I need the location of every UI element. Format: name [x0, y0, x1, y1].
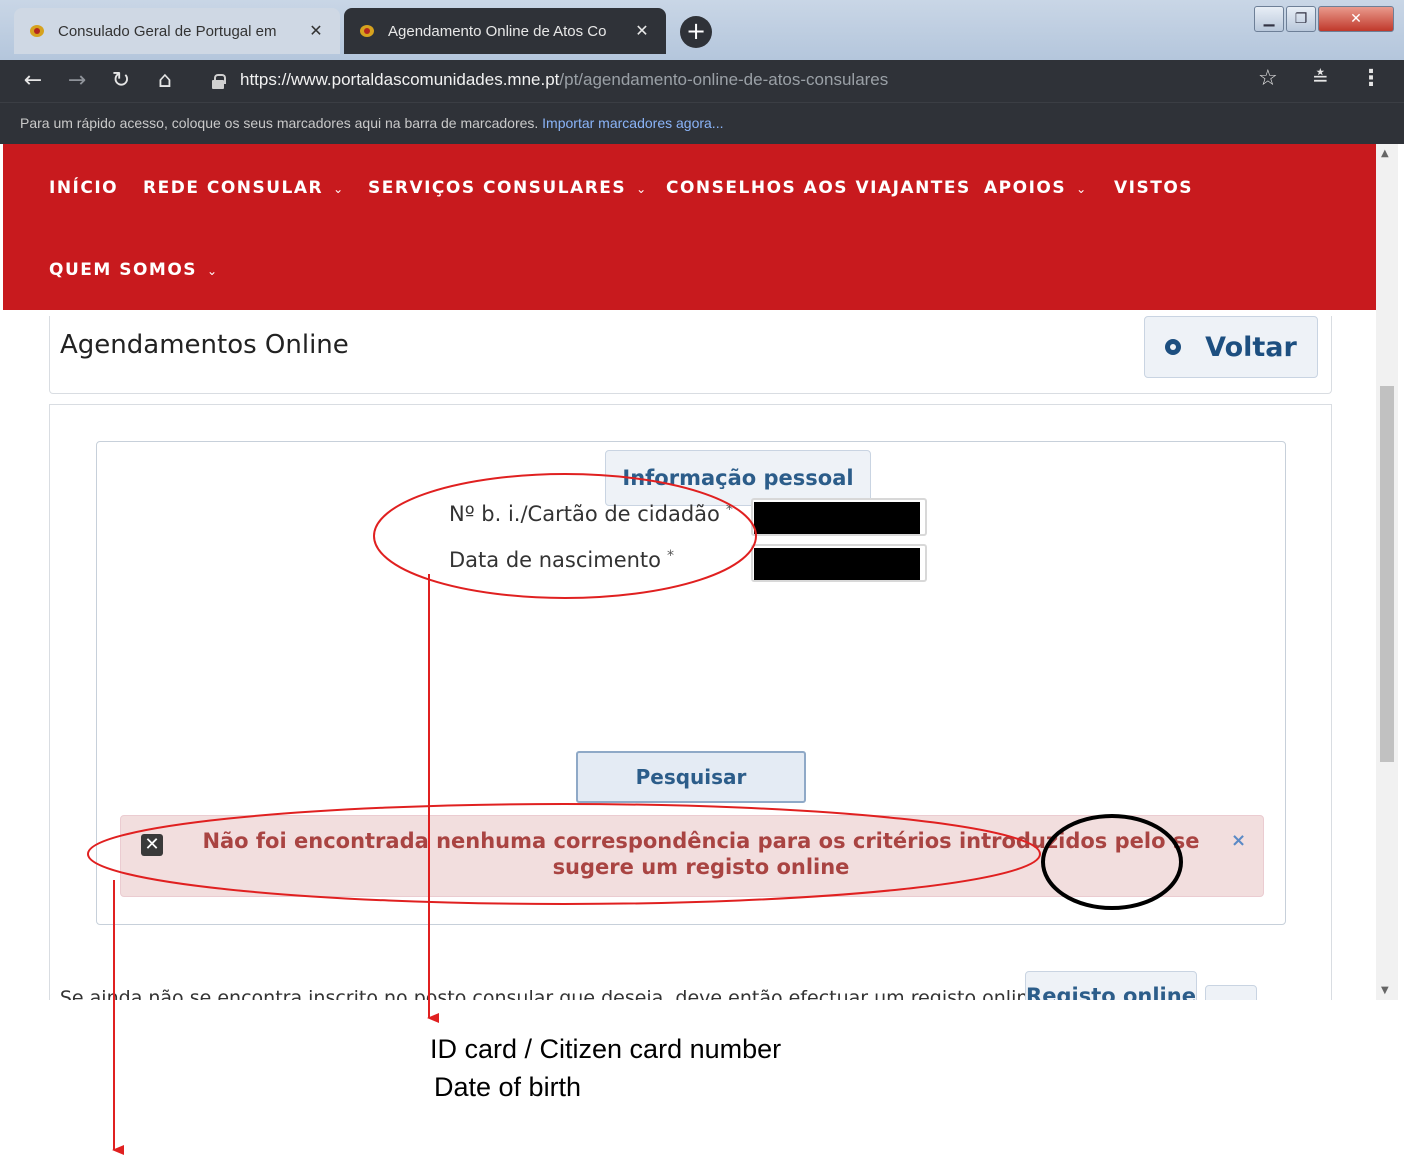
registration-hint: Se ainda não se encontra inscrito no pos… [59, 987, 1041, 1000]
window-close-button[interactable]: ✕ [1318, 6, 1394, 32]
nav-label: INÍCIO [49, 178, 119, 198]
portugal-crest-icon [28, 24, 46, 38]
address-bar[interactable]: https://www.portaldascomunidades.mne.pt/… [240, 70, 888, 90]
scroll-down-arrow-icon[interactable]: ▼ [1381, 985, 1389, 996]
required-mark: * [725, 502, 733, 518]
nav-rede-consular[interactable]: REDE CONSULAR ⌄ [143, 178, 343, 198]
maximize-button[interactable]: ❐ [1286, 6, 1316, 32]
voltar-button[interactable]: Voltar [1144, 316, 1318, 378]
chevron-down-icon: ⌄ [1076, 182, 1087, 196]
bookmark-star-icon[interactable]: ☆ [1258, 66, 1278, 91]
nav-inicio[interactable]: INÍCIO [49, 178, 118, 198]
url-path: /pt/agendamento-online-de-atos-consulare… [559, 70, 889, 89]
nav-quem-somos[interactable]: QUEM SOMOS ⌄ [49, 260, 217, 280]
required-mark: * [667, 548, 675, 564]
extension-icon[interactable]: ≛ [1312, 66, 1329, 90]
reload-icon[interactable]: ↻ [106, 66, 136, 96]
page-scrollbar[interactable]: ▲ ▼ [1376, 144, 1398, 1000]
tab-consulado[interactable]: Consulado Geral de Portugal em ✕ [14, 8, 340, 54]
scroll-thumb[interactable] [1380, 386, 1394, 762]
registo-online-button[interactable]: Registo online [1025, 971, 1197, 1000]
back-arrow-icon[interactable]: ← [18, 66, 48, 96]
tab-close-icon[interactable]: ✕ [632, 21, 652, 41]
id-number-label: Nº b. i./Cartão de cidadão * [449, 502, 733, 526]
nav-label: CONSELHOS AOS VIAJANTES [666, 178, 971, 198]
chevron-down-icon: ⌄ [207, 264, 218, 278]
annotation-caption-dob: Date of birth [434, 1072, 582, 1102]
page-title: Agendamentos Online [60, 330, 349, 360]
error-x-icon: ✕ [141, 834, 163, 856]
nav-label: VISTOS [1114, 178, 1194, 198]
alert-close-icon[interactable]: × [1231, 830, 1246, 851]
info-button[interactable]: i [1205, 985, 1257, 1000]
lock-icon[interactable] [212, 74, 226, 89]
no-match-alert: ✕ Não foi encontrada nenhuma correspondê… [120, 815, 1264, 897]
birth-date-input[interactable] [751, 544, 927, 582]
tab-agendamento[interactable]: Agendamento Online de Atos Co ✕ [344, 8, 666, 54]
pesquisar-button[interactable]: Pesquisar [576, 751, 806, 803]
id-number-label-text: Nº b. i./Cartão de cidadão [449, 502, 720, 526]
browser-toolbar: ← → ↻ ⌂ https://www.portaldascomunidades… [0, 60, 1404, 102]
nav-conselhos-viajantes[interactable]: CONSELHOS AOS VIAJANTES [666, 178, 971, 198]
new-tab-button[interactable]: + [680, 16, 712, 48]
tab-close-icon[interactable]: ✕ [306, 21, 326, 41]
nav-label: SERVIÇOS CONSULARES [368, 178, 627, 198]
birth-date-label: Data de nascimento * [449, 548, 674, 572]
circle-back-icon [1165, 339, 1182, 355]
kebab-menu-icon[interactable]: ⋮ [1360, 66, 1382, 91]
url-host: https://www.portaldascomunidades.mne.pt [240, 70, 560, 89]
birth-date-label-text: Data de nascimento [449, 548, 662, 572]
portugal-crest-icon [358, 24, 376, 38]
bookmarks-bar: Para um rápido acesso, coloque os seus m… [0, 102, 1404, 144]
voltar-label: Voltar [1205, 331, 1297, 363]
nav-apoios[interactable]: APOIOS ⌄ [984, 178, 1086, 198]
chevron-down-icon: ⌄ [636, 182, 647, 196]
forward-arrow-icon[interactable]: → [62, 66, 92, 96]
chevron-down-icon: ⌄ [333, 182, 344, 196]
id-number-input[interactable] [751, 498, 927, 536]
nav-vistos[interactable]: VISTOS [1114, 178, 1193, 198]
redacted-value [754, 548, 920, 580]
nav-label: REDE CONSULAR [143, 178, 324, 198]
home-icon[interactable]: ⌂ [150, 66, 180, 96]
annotation-caption-id: ID card / Citizen card number [430, 1034, 782, 1064]
tab-title: Consulado Geral de Portugal em [58, 22, 277, 40]
minimize-button[interactable]: ▁ [1254, 6, 1284, 32]
browser-titlebar: Consulado Geral de Portugal em ✕ Agendam… [0, 0, 1404, 60]
page-header-panel: Agendamentos Online Voltar [49, 316, 1332, 394]
form-panel: Informação pessoal Nº b. i./Cartão de ci… [49, 404, 1332, 1000]
redacted-value [754, 502, 920, 534]
page-viewport: INÍCIO REDE CONSULAR ⌄ SERVIÇOS CONSULARE… [0, 144, 1404, 1000]
scroll-up-arrow-icon[interactable]: ▲ [1381, 148, 1389, 159]
site-navbar: INÍCIO REDE CONSULAR ⌄ SERVIÇOS CONSULARE… [3, 144, 1376, 310]
tab-title: Agendamento Online de Atos Co [388, 22, 607, 40]
alert-message: Não foi encontrada nenhuma correspondênc… [202, 829, 1200, 879]
bookmarks-hint: Para um rápido acesso, coloque os seus m… [20, 115, 539, 131]
nav-label: APOIOS [984, 178, 1067, 198]
import-bookmarks-link[interactable]: Importar marcadores agora... [542, 115, 723, 131]
nav-label: QUEM SOMOS [49, 260, 198, 280]
nav-servicos-consulares[interactable]: SERVIÇOS CONSULARES ⌄ [368, 178, 646, 198]
